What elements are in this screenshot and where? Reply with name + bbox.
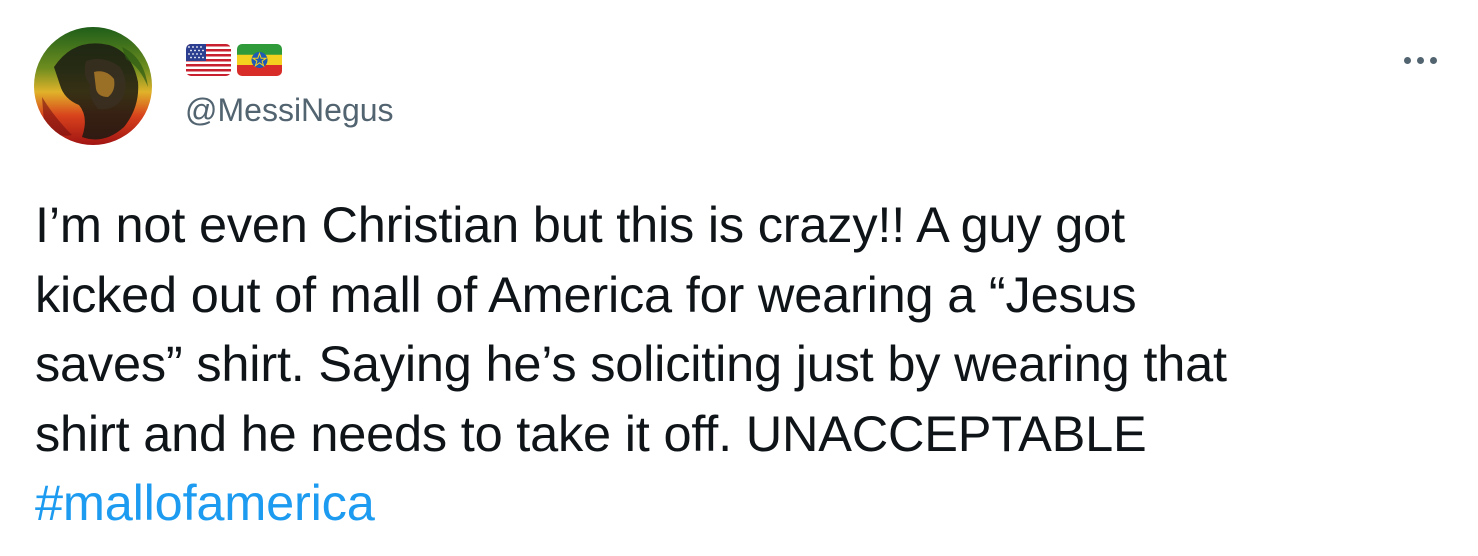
avatar[interactable]: [34, 27, 152, 145]
tweet-body-line: shirt and he needs to take it off. UNACC…: [35, 404, 1147, 462]
us-flag-icon: [186, 44, 231, 76]
tweet-body-line: kicked out of mall of America for wearin…: [35, 265, 1137, 323]
tweet-body: I’m not even Christian but this is crazy…: [35, 190, 1455, 538]
more-options-icon[interactable]: [1388, 40, 1452, 80]
tweet-card: @MessiNegus I’m not even Christian but t…: [0, 0, 1478, 556]
author-handle[interactable]: @MessiNegus: [185, 90, 394, 130]
lion-avatar-image: [34, 27, 152, 145]
dot: [1416, 56, 1424, 64]
tweet-body-line: saves” shirt. Saying he’s soliciting jus…: [35, 335, 1227, 392]
tweet-body-line: I’m not even Christian but this is crazy…: [35, 196, 1125, 253]
dot: [1429, 56, 1437, 64]
dot: [1403, 56, 1411, 64]
flag-emoji-group: [186, 44, 282, 76]
hashtag-link[interactable]: #mallofamerica: [35, 468, 1455, 538]
ethiopia-flag-icon: [237, 44, 282, 76]
